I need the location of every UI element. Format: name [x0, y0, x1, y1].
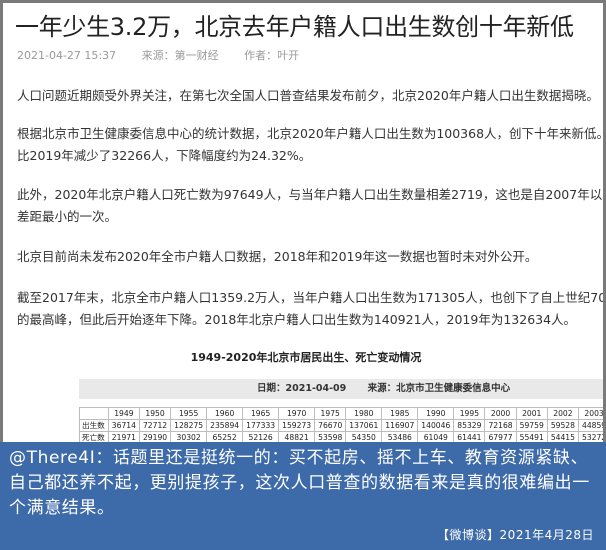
table-cell: 72712: [138, 419, 172, 432]
table-cell: 116907: [381, 419, 419, 432]
table-year-cell: 2002: [546, 407, 579, 420]
publish-date: 2021-04-27 15:37: [17, 49, 117, 62]
table-year-cell: 1985: [381, 407, 419, 420]
table-cell: 128275: [170, 419, 208, 432]
table-year-cell: 2001: [515, 407, 548, 420]
data-table-image: 日期：2021-04-09 来源：北京市卫生健康委信息中心 1949 1950 19…: [79, 379, 603, 449]
table-year-cell: 1990: [417, 407, 455, 420]
table-title: 1949-2020年北京市居民出生、死亡变动情况: [190, 351, 422, 364]
paragraph-1: 人口问题近期颇受外界关注，在第七次全国人口普查结果发布前夕，北京2020年户籍人…: [17, 88, 599, 103]
table-year-cell: 2003: [577, 407, 603, 420]
article-source: 来源：第一财经: [141, 49, 219, 62]
paragraph-5: 截至2017年末，北京全市户籍人口1359.2万人，当年户籍人口出生数为1713…: [17, 290, 606, 327]
article-author: 作者：叶开: [244, 49, 300, 62]
table-cell: 140046: [417, 419, 455, 432]
table-year-cell: 2000: [484, 407, 517, 420]
table-cell: 177333: [242, 419, 280, 432]
table-row: 出生数 36714 72712 128275 235894 177333 159273 766…: [79, 419, 603, 432]
table-cell: 59759: [515, 419, 548, 432]
table-source: 来源：北京市卫生健康委信息中心: [367, 383, 511, 394]
table-cell: 59528: [546, 419, 579, 432]
table-year-cell: 1950: [138, 407, 172, 420]
table-cell: 137061: [345, 419, 383, 432]
table-year-cell: 1965: [242, 407, 280, 420]
table-cell: 72168: [484, 419, 517, 432]
table-year-cell: 1955: [170, 407, 208, 420]
paragraph-2: 根据北京市卫生健康委信息中心的统计数据，北京2020年户籍人口出生数为10036…: [17, 126, 606, 163]
table-year-cell: 1980: [345, 407, 383, 420]
table-cell: 76670: [314, 419, 347, 432]
article-title: 一年少生3.2万，北京去年户籍人口出生数创十年新低: [15, 13, 574, 41]
article-meta: 2021-04-27 15:37 来源：第一财经 作者：叶开: [17, 47, 321, 63]
table-cell: 36714: [107, 419, 140, 432]
weibo-tag: 【微博谈】2021年4月28日: [437, 528, 594, 542]
table-cell: 44859: [577, 419, 603, 432]
paragraph-4: 北京目前尚未发布2020年全市户籍人口数据，2018年和2019年这一数据也暂时…: [17, 249, 538, 264]
table-year-cell: 1975: [314, 407, 347, 420]
table-year-cell: 1970: [278, 407, 316, 420]
table-cell: 85329: [453, 419, 486, 432]
table-cell: 235894: [206, 419, 244, 432]
weibo-comment: @There4I：话题里还是挺统一的：买不起房、摇不上车、教育资源紧缺、自己都还…: [9, 448, 590, 518]
table-date: 日期：2021-04-09: [257, 383, 347, 394]
row-label: 出生数: [79, 419, 109, 432]
table-cell: 159273: [278, 419, 316, 432]
birth-death-table: 1949 1950 1955 1960 1965 1970 1975 1980 1985 1990…: [79, 407, 603, 444]
table-year-row: 1949 1950 1955 1960 1965 1970 1975 1980 1985 1990…: [79, 407, 603, 420]
table-header-bar: 日期：2021-04-09 来源：北京市卫生健康委信息中心: [79, 379, 603, 399]
paragraph-3: 此外，2020年北京户籍人口死亡数为97649人，与当年户籍人口出生数量相差27…: [17, 187, 606, 224]
table-year-cell: 1960: [206, 407, 244, 420]
table-year-cell: 1949: [107, 407, 140, 420]
table-year-cell: 1995: [453, 407, 486, 420]
